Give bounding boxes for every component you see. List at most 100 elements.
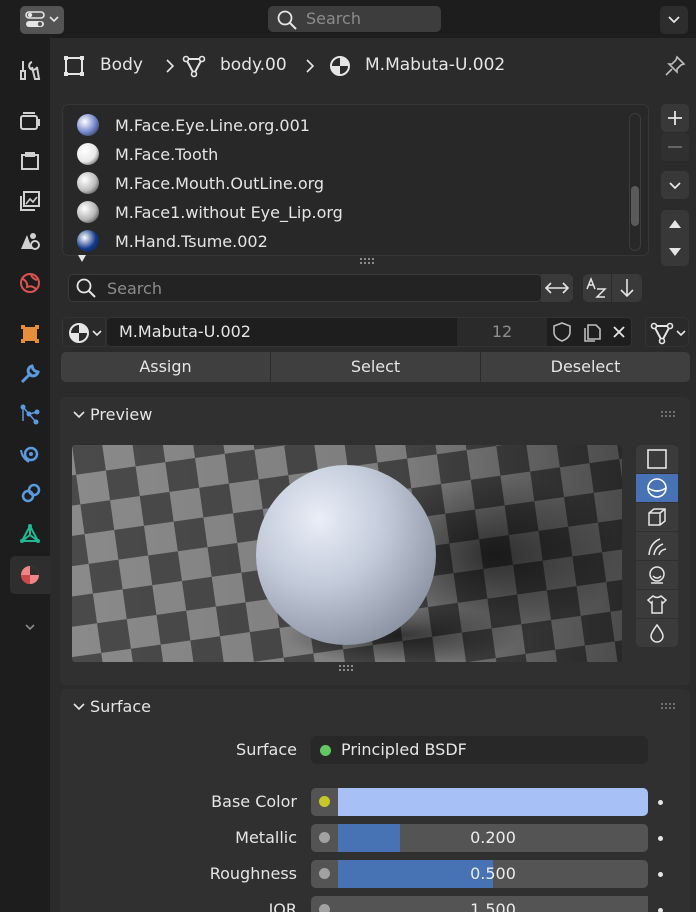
resize-grip-icon[interactable] bbox=[359, 257, 377, 265]
browse-material-button[interactable] bbox=[62, 317, 106, 347]
tab-view-layer[interactable] bbox=[10, 182, 50, 220]
roughness-slider[interactable]: 0.500 bbox=[338, 860, 648, 888]
tab-modifiers[interactable] bbox=[10, 355, 50, 393]
properties-tab-strip bbox=[0, 38, 50, 912]
ior-field[interactable]: 1.500 bbox=[338, 896, 648, 912]
tab-material[interactable] bbox=[10, 556, 50, 594]
scrollbar-thumb[interactable] bbox=[631, 186, 639, 226]
preview-panel-header[interactable]: Preview bbox=[60, 400, 690, 430]
roughness-socket[interactable] bbox=[311, 860, 339, 888]
sort-invert-toggle[interactable] bbox=[612, 274, 642, 302]
material-slots-list: M.Face.Eye.Line.org.001 M.Face.Tooth M.Fac… bbox=[62, 104, 649, 264]
preview-resize-grip-icon[interactable] bbox=[338, 664, 356, 672]
metallic-keyframe-dot[interactable] bbox=[658, 836, 663, 841]
preview-sphere-image bbox=[72, 445, 622, 662]
pin-button[interactable] bbox=[662, 53, 688, 79]
breadcrumb-material: M.Mabuta-U.002 bbox=[365, 55, 506, 75]
link-type-dropdown[interactable] bbox=[645, 317, 689, 347]
pin-icon bbox=[665, 55, 686, 76]
material-slot-name: M.Face.Mouth.OutLine.org bbox=[115, 173, 325, 193]
material-slot-row[interactable]: M.Face.Tooth bbox=[77, 140, 218, 168]
tab-output[interactable] bbox=[10, 142, 50, 180]
roughness-keyframe-dot[interactable] bbox=[658, 872, 663, 877]
physics-icon bbox=[20, 446, 39, 463]
metallic-socket[interactable] bbox=[311, 824, 339, 852]
select-button[interactable]: Select bbox=[271, 352, 480, 382]
tab-render[interactable] bbox=[10, 102, 50, 140]
object-icon bbox=[64, 56, 84, 76]
tab-constraints[interactable] bbox=[10, 475, 50, 513]
fake-user-button[interactable] bbox=[547, 318, 577, 346]
surface-shader-name: Principled BSDF bbox=[341, 740, 467, 759]
preview-cloth-button[interactable] bbox=[636, 590, 678, 618]
search-icon bbox=[76, 278, 96, 298]
preview-hair-button[interactable] bbox=[636, 532, 678, 560]
material-slot-row[interactable]: M.Hand.Tsume.002 bbox=[77, 227, 268, 255]
base-color-socket[interactable] bbox=[311, 788, 339, 816]
plane-icon bbox=[647, 449, 667, 469]
move-slot-up-button[interactable] bbox=[661, 210, 689, 238]
surface-panel-header[interactable]: Surface bbox=[60, 692, 690, 722]
tab-physics[interactable] bbox=[10, 435, 50, 473]
material-icon bbox=[21, 566, 39, 584]
unlink-material-button[interactable] bbox=[605, 318, 633, 346]
arrow-down-icon bbox=[620, 279, 634, 298]
chevron-down-icon bbox=[92, 330, 102, 337]
tab-object[interactable] bbox=[10, 315, 50, 353]
tab-tool[interactable] bbox=[10, 51, 50, 89]
triangle-up-icon bbox=[669, 220, 681, 228]
fluid-drop-icon bbox=[650, 623, 664, 643]
slot-filter-input[interactable]: Search bbox=[68, 274, 542, 302]
preview-flat-button[interactable] bbox=[636, 445, 678, 473]
material-slot-row[interactable]: M.Face1.without Eye_Lip.org bbox=[77, 198, 343, 226]
chevron-down-icon bbox=[676, 330, 686, 337]
move-slot-down-button[interactable] bbox=[661, 238, 689, 266]
assign-button[interactable]: Assign bbox=[61, 352, 270, 382]
add-slot-button[interactable] bbox=[661, 104, 689, 132]
tab-particles[interactable] bbox=[10, 395, 50, 433]
close-icon bbox=[613, 326, 625, 338]
breadcrumb: Body body.00 M.Mabuta-U.002 bbox=[62, 52, 642, 80]
tab-world[interactable] bbox=[10, 264, 50, 302]
duplicate-material-button[interactable] bbox=[577, 318, 607, 346]
tab-scene[interactable] bbox=[10, 222, 50, 260]
material-name-field[interactable]: M.Mabuta-U.002 12 bbox=[106, 317, 632, 347]
list-scrollbar[interactable] bbox=[629, 113, 641, 251]
surface-title: Surface bbox=[90, 697, 151, 716]
editor-properties-icon bbox=[25, 11, 59, 27]
breadcrumb-object: Body bbox=[100, 55, 143, 75]
metallic-slider[interactable]: 0.200 bbox=[338, 824, 648, 852]
filter-toggle-icon[interactable] bbox=[75, 253, 89, 265]
material-preview-icon bbox=[77, 230, 99, 252]
header-search-input[interactable]: Search bbox=[268, 6, 441, 32]
material-slot-row[interactable]: M.Face.Mouth.OutLine.org bbox=[77, 169, 324, 197]
drag-handle-icon[interactable] bbox=[660, 410, 678, 418]
preview-fluid-button[interactable] bbox=[636, 619, 678, 647]
material-preview-icon bbox=[77, 143, 99, 165]
world-icon bbox=[20, 273, 40, 293]
preview-monkey-button[interactable] bbox=[636, 561, 678, 589]
base-color-swatch[interactable] bbox=[338, 788, 648, 816]
drag-handle-icon[interactable] bbox=[660, 702, 678, 710]
ior-socket[interactable] bbox=[311, 896, 339, 912]
tool-icon bbox=[20, 61, 41, 80]
filter-exclude-toggle[interactable] bbox=[541, 274, 573, 302]
sort-alpha-toggle[interactable] bbox=[583, 274, 611, 302]
slot-filter-placeholder: Search bbox=[107, 279, 162, 298]
base-color-keyframe-dot[interactable] bbox=[658, 800, 663, 805]
editor-type-menu[interactable] bbox=[20, 6, 64, 34]
material-slot-row[interactable]: M.Face.Eye.Line.org.001 bbox=[77, 111, 310, 139]
remove-slot-button[interactable] bbox=[661, 133, 689, 161]
preview-sphere-button[interactable] bbox=[636, 474, 678, 502]
arrows-horizontal-icon bbox=[544, 282, 570, 294]
slot-specials-menu[interactable] bbox=[661, 171, 689, 199]
preview-cube-button[interactable] bbox=[636, 503, 678, 531]
tabs-more-toggle[interactable] bbox=[10, 608, 50, 646]
material-user-count[interactable]: 12 bbox=[457, 318, 547, 346]
tab-object-data[interactable] bbox=[10, 515, 50, 553]
header-options-dropdown[interactable] bbox=[660, 6, 688, 34]
deselect-button[interactable]: Deselect bbox=[481, 352, 690, 382]
ior-keyframe-dot[interactable] bbox=[658, 908, 663, 912]
surface-shader-selector[interactable]: Principled BSDF bbox=[311, 736, 648, 764]
float-socket-icon bbox=[319, 832, 330, 843]
